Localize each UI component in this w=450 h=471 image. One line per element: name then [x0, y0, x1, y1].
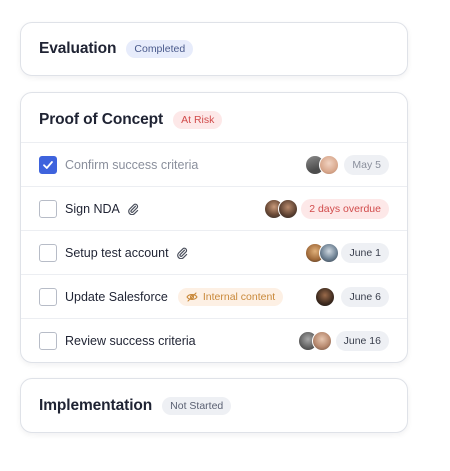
- task-label: Update Salesforce Internal content: [65, 287, 284, 306]
- stage-card-implementation[interactable]: Implementation Not Started: [20, 378, 408, 433]
- avatar: [312, 330, 332, 351]
- due-date: 2 days overdue: [301, 198, 389, 219]
- task-label: Confirm success criteria: [65, 158, 198, 172]
- avatar: [315, 286, 335, 307]
- paperclip-icon[interactable]: [127, 203, 139, 215]
- stage-card-evaluation[interactable]: Evaluation Completed: [20, 22, 408, 76]
- due-date: June 6: [341, 286, 389, 307]
- task-label: Sign NDA: [65, 202, 139, 216]
- task-row[interactable]: Setup test account June 1: [21, 230, 407, 274]
- task-row[interactable]: Confirm success criteria May 5: [21, 142, 407, 186]
- task-checkbox[interactable]: [39, 199, 57, 218]
- stage-header: Proof of Concept At Risk: [21, 93, 407, 147]
- internal-content-tag: Internal content: [177, 287, 284, 306]
- check-icon: [43, 160, 53, 169]
- status-badge: Not Started: [162, 396, 232, 415]
- stage-title: Proof of Concept: [39, 111, 164, 128]
- eye-off-icon: [186, 291, 198, 302]
- task-label-text: Update Salesforce: [65, 289, 168, 304]
- due-date: June 16: [335, 330, 389, 351]
- task-label-text: Setup test account: [65, 245, 169, 260]
- avatar: [319, 242, 339, 263]
- avatar: [319, 154, 339, 175]
- tag-label: Internal content: [202, 290, 276, 303]
- avatar: [278, 198, 298, 219]
- assignees[interactable]: [298, 330, 332, 351]
- task-row[interactable]: Update Salesforce Internal content June …: [21, 274, 407, 318]
- task-checkbox[interactable]: [39, 155, 57, 174]
- task-checkbox[interactable]: [39, 287, 57, 306]
- status-badge: At Risk: [173, 111, 223, 129]
- due-date: June 1: [341, 242, 389, 263]
- due-date: May 5: [344, 154, 389, 175]
- assignees[interactable]: [264, 198, 298, 219]
- stage-header: Evaluation Completed: [21, 23, 407, 75]
- task-label-text: Review success criteria: [65, 333, 196, 348]
- paperclip-icon[interactable]: [176, 247, 188, 259]
- task-label: Setup test account: [65, 246, 188, 260]
- status-badge: Completed: [126, 40, 194, 58]
- task-checkbox[interactable]: [39, 243, 57, 262]
- task-label-text: Sign NDA: [65, 201, 120, 216]
- stage-header: Implementation Not Started: [21, 379, 407, 432]
- task-checkbox[interactable]: [39, 331, 57, 350]
- task-label-text: Confirm success criteria: [65, 157, 199, 172]
- stage-title: Implementation: [39, 396, 153, 414]
- task-label: Review success criteria: [65, 334, 196, 348]
- task-row[interactable]: Sign NDA 2 days overdue: [21, 186, 407, 230]
- assignees[interactable]: [305, 242, 339, 263]
- stage-title: Evaluation: [39, 40, 117, 57]
- stage-card-proof-of-concept: Proof of Concept At Risk Confirm success…: [20, 92, 408, 363]
- task-row[interactable]: Review success criteria June 16: [21, 318, 407, 362]
- assignees[interactable]: [305, 154, 339, 175]
- assignees[interactable]: [315, 286, 335, 307]
